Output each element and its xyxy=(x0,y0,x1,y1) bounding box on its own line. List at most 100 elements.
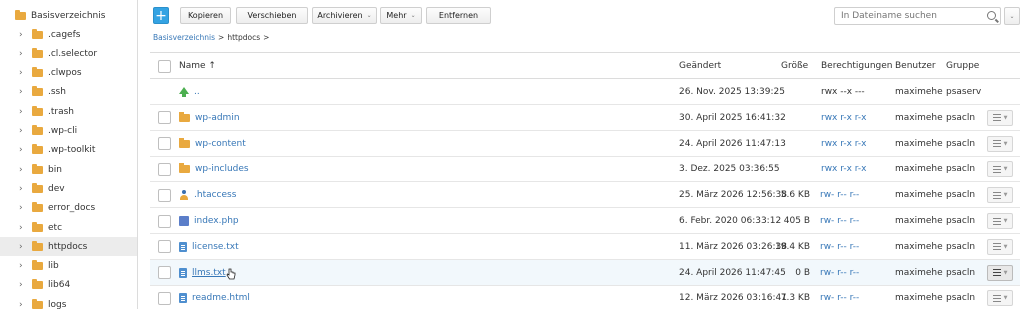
tree-item[interactable]: › error_docs xyxy=(0,199,137,218)
tree-item[interactable]: › httpdocs xyxy=(0,237,137,257)
row-actions-button[interactable]: ▼ xyxy=(987,238,1013,255)
chevron-right-icon[interactable]: › xyxy=(19,242,28,252)
column-header-permissions[interactable]: Berechtigungen xyxy=(821,56,893,76)
archive-button[interactable]: Archivieren ⌄ xyxy=(312,7,377,24)
permissions-cell[interactable]: rw- r-- r-- xyxy=(820,208,859,234)
tree-item[interactable]: › .cl.selector xyxy=(0,44,137,63)
table-row[interactable]: wp-admin 30. April 2025 16:41:32 rwx r-x r… xyxy=(150,105,1020,131)
tree-item[interactable]: › .clwpos xyxy=(0,64,137,83)
tree-item[interactable]: › .wp-toolkit xyxy=(0,141,137,160)
permissions-cell[interactable]: rwx r-x r-x xyxy=(821,156,867,182)
permissions-cell[interactable]: rw- r-- r-- xyxy=(820,260,859,286)
column-header-user[interactable]: Benutzer xyxy=(895,56,936,76)
chevron-right-icon[interactable]: › xyxy=(19,126,28,136)
row-actions-button[interactable]: ▼ xyxy=(987,213,1013,229)
file-name-cell[interactable]: llms.txt xyxy=(179,260,226,286)
chevron-right-icon[interactable]: › xyxy=(19,280,28,290)
table-row[interactable]: license.txt 11. März 2026 03:26:38 19.4 KB… xyxy=(150,234,1020,260)
select-all-checkbox[interactable] xyxy=(158,56,171,76)
column-header-group[interactable]: Gruppe xyxy=(946,56,979,76)
permissions-cell[interactable]: rw- r-- r-- xyxy=(820,285,859,309)
file-name-cell[interactable]: wp-admin xyxy=(179,105,240,131)
chevron-right-icon[interactable]: › xyxy=(19,223,28,233)
row-checkbox[interactable] xyxy=(158,182,171,208)
row-actions-button[interactable]: ▼ xyxy=(987,161,1013,178)
file-name-cell[interactable]: index.php xyxy=(179,208,239,234)
row-checkbox[interactable] xyxy=(158,131,171,157)
file-name-cell[interactable]: .. xyxy=(179,79,200,105)
chevron-right-icon[interactable]: › xyxy=(19,87,28,97)
permissions-cell[interactable]: rwx r-x r-x xyxy=(821,105,867,131)
table-row[interactable]: llms.txt 24. April 2026 11:47:45 0 B rw- r-… xyxy=(150,259,1020,286)
table-row[interactable]: .htaccess 25. März 2026 12:56:38 5.6 KB rw-… xyxy=(150,182,1020,209)
row-actions-button[interactable]: ▼ xyxy=(987,264,1013,281)
tree-item[interactable]: › lib xyxy=(0,257,137,276)
tree-item[interactable]: › logs xyxy=(0,295,137,309)
file-name-link[interactable]: wp-content xyxy=(195,139,246,149)
chevron-right-icon[interactable]: › xyxy=(19,300,28,309)
row-checkbox[interactable] xyxy=(158,208,171,234)
row-checkbox[interactable] xyxy=(158,260,171,286)
row-checkbox[interactable] xyxy=(158,105,171,131)
file-name-link[interactable]: llms.txt xyxy=(192,268,226,278)
table-row[interactable]: index.php 6. Febr. 2020 06:33:12 405 B rw- … xyxy=(150,208,1020,234)
row-checkbox[interactable] xyxy=(158,234,171,260)
more-button[interactable]: Mehr ⌄ xyxy=(380,7,422,24)
file-name-link[interactable]: wp-includes xyxy=(195,164,249,174)
file-name-cell[interactable]: readme.html xyxy=(179,285,250,309)
chevron-right-icon[interactable]: › xyxy=(19,184,28,194)
file-name-cell[interactable]: .htaccess xyxy=(179,182,236,208)
file-name-cell[interactable]: wp-content xyxy=(179,131,246,157)
remove-button[interactable]: Entfernen xyxy=(426,7,491,24)
chevron-right-icon[interactable]: › xyxy=(19,49,28,59)
tree-item[interactable]: › dev xyxy=(0,179,137,198)
breadcrumb-root[interactable]: Basisverzeichnis xyxy=(153,33,215,42)
file-name-link[interactable]: license.txt xyxy=(192,242,239,252)
copy-button[interactable]: Kopieren xyxy=(180,7,231,24)
row-actions-button[interactable]: ▼ xyxy=(987,187,1013,204)
chevron-right-icon[interactable]: › xyxy=(19,203,28,213)
permissions-cell[interactable]: rwx r-x r-x xyxy=(821,131,867,157)
tree-root-item[interactable]: Basisverzeichnis xyxy=(0,6,137,25)
chevron-right-icon[interactable]: › xyxy=(19,107,28,117)
search-field[interactable] xyxy=(834,7,1001,25)
row-actions-button[interactable]: ▼ xyxy=(987,290,1013,307)
tree-item[interactable]: › .ssh xyxy=(0,83,137,102)
tree-item[interactable]: › etc xyxy=(0,218,137,237)
column-header-name[interactable]: Name ↑ xyxy=(179,56,216,76)
move-button[interactable]: Verschieben xyxy=(236,7,308,24)
search-options-button[interactable]: ⌄ xyxy=(1004,7,1020,25)
tree-item[interactable]: › lib64 xyxy=(0,276,137,295)
chevron-right-icon[interactable]: › xyxy=(19,30,28,40)
chevron-right-icon[interactable]: › xyxy=(19,165,28,175)
search-input[interactable] xyxy=(835,8,980,24)
file-name-cell[interactable]: license.txt xyxy=(179,234,239,260)
file-name-link[interactable]: readme.html xyxy=(192,293,250,303)
tree-item[interactable]: › .cagefs xyxy=(0,25,137,44)
permissions-cell[interactable]: rw- r-- r-- xyxy=(820,182,859,208)
add-button[interactable]: + xyxy=(153,7,169,24)
file-name-link[interactable]: index.php xyxy=(194,216,239,226)
table-row[interactable]: wp-content 24. April 2026 11:47:13 rwx r-x… xyxy=(150,131,1020,157)
row-checkbox[interactable] xyxy=(158,285,171,309)
row-actions-button[interactable]: ▼ xyxy=(987,109,1013,126)
tree-item[interactable]: › .wp-cli xyxy=(0,122,137,141)
tree-item[interactable]: › .trash xyxy=(0,102,137,121)
column-header-size[interactable]: Größe xyxy=(781,56,808,76)
row-checkbox[interactable] xyxy=(158,156,171,182)
table-row[interactable]: wp-includes 3. Dez. 2025 03:36:55 rwx r-x … xyxy=(150,156,1020,183)
tree-item[interactable]: › bin xyxy=(0,160,137,179)
column-header-modified[interactable]: Geändert xyxy=(679,56,721,76)
file-name-link[interactable]: .htaccess xyxy=(194,190,236,200)
file-name-link[interactable]: .. xyxy=(194,87,200,97)
search-icon[interactable] xyxy=(987,11,996,20)
permissions-cell[interactable]: rw- r-- r-- xyxy=(820,234,859,260)
row-actions-button[interactable]: ▼ xyxy=(987,135,1013,152)
chevron-right-icon[interactable]: › xyxy=(19,68,28,78)
table-row[interactable]: .. 26. Nov. 2025 13:39:25 rwx --x --- maxim… xyxy=(150,79,1020,105)
chevron-right-icon[interactable]: › xyxy=(19,145,28,155)
table-row[interactable]: readme.html 12. März 2026 03:16:41 7.3 KB r… xyxy=(150,285,1020,309)
chevron-right-icon[interactable]: › xyxy=(19,261,28,271)
file-name-cell[interactable]: wp-includes xyxy=(179,156,249,182)
file-name-link[interactable]: wp-admin xyxy=(195,113,240,123)
